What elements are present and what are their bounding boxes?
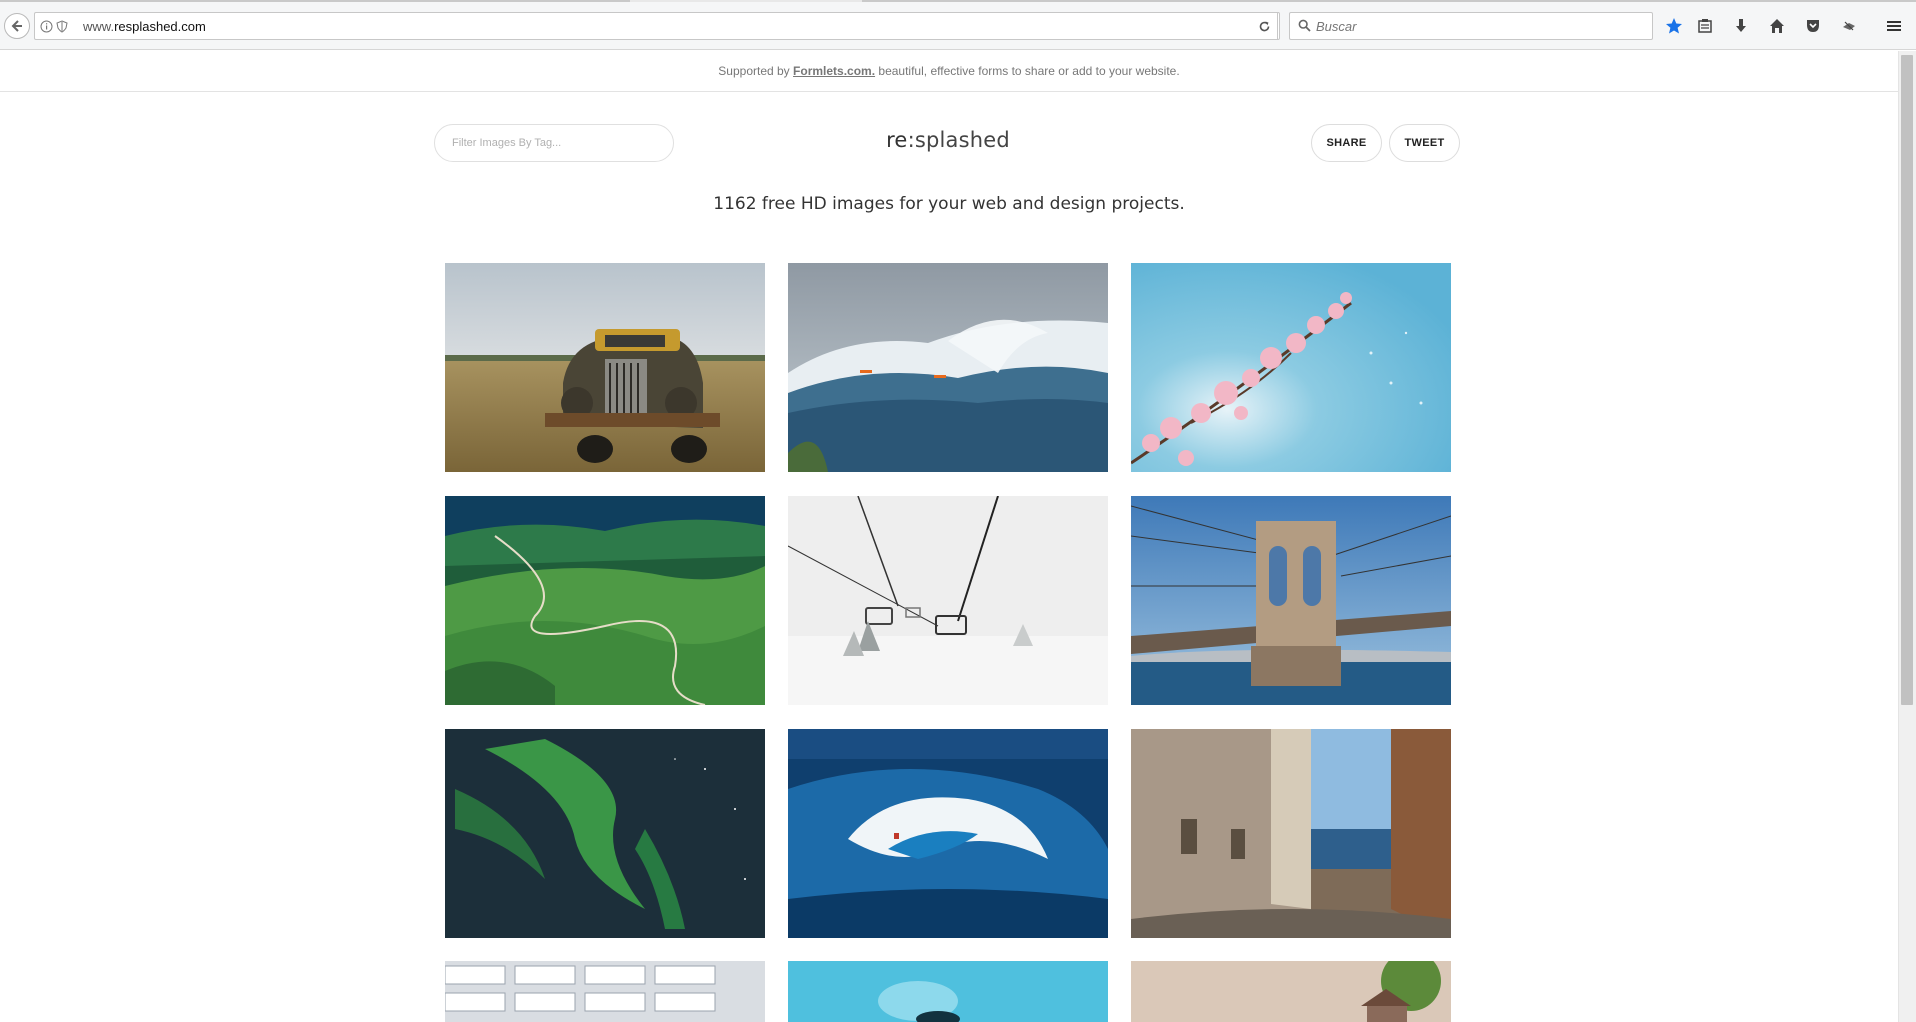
downloads-button[interactable] <box>1729 14 1753 38</box>
tracking-shield-icon[interactable] <box>55 19 69 33</box>
share-button[interactable]: SHARE <box>1311 124 1382 162</box>
home-button[interactable] <box>1765 14 1789 38</box>
brooklyn-bridge-image[interactable] <box>1131 496 1451 705</box>
house-tree-image[interactable] <box>1131 961 1451 1022</box>
home-icon <box>1770 19 1784 33</box>
star-icon <box>1666 18 1682 34</box>
reload-button[interactable] <box>1252 12 1278 40</box>
blue-water-image[interactable] <box>788 961 1108 1022</box>
extension-icon <box>1843 21 1855 31</box>
tweet-button[interactable]: TWEET <box>1389 124 1460 162</box>
sponsor-banner: Supported by Formlets.com. beautiful, ef… <box>0 51 1898 92</box>
white-building-image[interactable] <box>445 961 765 1022</box>
bookmarks-menu-button[interactable] <box>1693 14 1717 38</box>
address-bar[interactable]: www.resplashed.com ▼ <box>34 12 1280 40</box>
extension-button[interactable] <box>1837 14 1861 38</box>
cherry-blossom-image[interactable] <box>1131 263 1451 472</box>
ski-lift-snow-image[interactable] <box>788 496 1108 705</box>
search-bar[interactable] <box>1289 12 1653 40</box>
browser-toolbar: www.resplashed.com ▼ <box>0 0 1916 50</box>
page-tagline: 1162 free HD images for your web and des… <box>713 194 1185 214</box>
vintage-truck-image[interactable] <box>445 263 765 472</box>
sponsor-lead: Supported by <box>718 64 790 78</box>
search-icon <box>1298 19 1311 32</box>
pocket-icon <box>1807 20 1819 32</box>
back-button[interactable] <box>4 13 30 39</box>
bookmarks-list-icon <box>1698 19 1712 33</box>
menu-button[interactable] <box>1882 14 1906 38</box>
site-logo[interactable]: re:splashed <box>880 128 1016 152</box>
tab-strip <box>0 0 1916 2</box>
green-hills-road-image[interactable] <box>445 496 765 705</box>
download-arrow-icon <box>1736 19 1746 32</box>
reload-icon <box>1259 21 1270 31</box>
bookmark-star-button[interactable] <box>1662 14 1686 38</box>
old-street-image[interactable] <box>1131 729 1451 938</box>
sponsor-link[interactable]: Formlets.com. <box>793 64 875 78</box>
tag-filter-input[interactable] <box>434 124 674 162</box>
search-input[interactable] <box>1316 13 1646 39</box>
url-text: www.resplashed.com <box>83 19 206 34</box>
hamburger-menu-icon <box>1887 21 1901 31</box>
sponsor-tail: beautiful, effective forms to share or a… <box>878 64 1180 78</box>
aurora-image[interactable] <box>445 729 765 938</box>
surfer-wave-image[interactable] <box>788 263 1108 472</box>
barrel-wave-image[interactable] <box>788 729 1108 938</box>
info-icon[interactable] <box>39 19 53 33</box>
pocket-button[interactable] <box>1801 14 1825 38</box>
back-arrow-icon <box>11 20 22 32</box>
scrollbar-thumb[interactable] <box>1901 55 1913 705</box>
